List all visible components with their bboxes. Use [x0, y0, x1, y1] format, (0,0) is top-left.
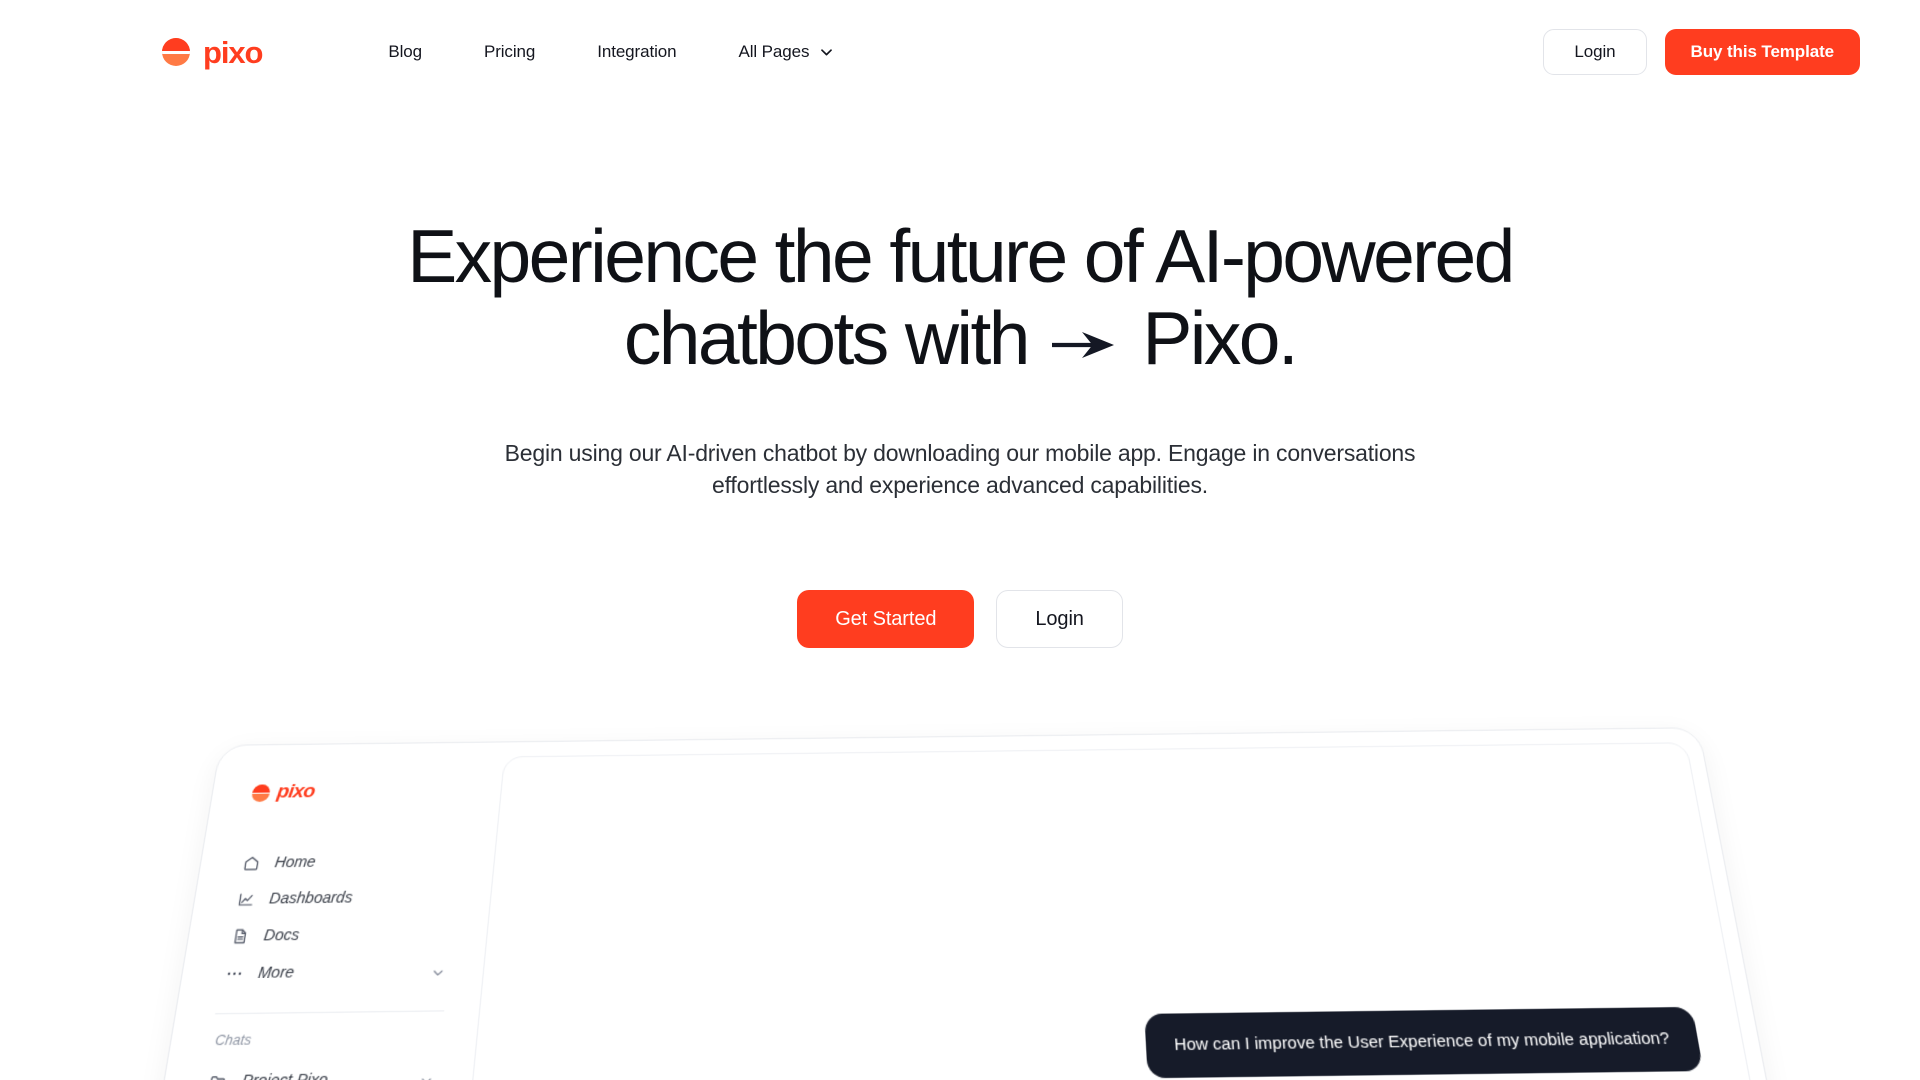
hero-title-line-1: Experience the future of AI-powered: [407, 214, 1515, 298]
sidebar-item-more-label: More: [256, 964, 296, 983]
sidebar-item-dashboards[interactable]: Dashboards: [220, 879, 469, 919]
brand-logo[interactable]: pixo: [162, 34, 263, 70]
sidebar-item-docs-label: Docs: [262, 926, 301, 945]
site-header: pixo Blog Pricing Integration All Pages …: [0, 0, 1920, 104]
hero-subtitle: Begin using our AI-driven chatbot by dow…: [504, 439, 1416, 499]
nav-item-pricing[interactable]: Pricing: [484, 32, 535, 72]
page-title: Experience the future of AI-powered chat…: [330, 214, 1590, 380]
hero-section: Experience the future of AI-powered chat…: [0, 104, 1920, 649]
chart-line-icon: [236, 891, 256, 908]
document-icon: [230, 927, 250, 945]
nav-item-blog[interactable]: Blog: [388, 32, 422, 72]
sidebar-section-chats: Chats: [214, 1032, 253, 1049]
buy-template-button[interactable]: Buy this Template: [1664, 29, 1860, 75]
nav-item-all-pages-label: All Pages: [738, 42, 810, 61]
sidebar-item-more[interactable]: More: [208, 952, 462, 993]
nav-item-all-pages[interactable]: All Pages: [738, 32, 833, 72]
sidebar-item-home-label: Home: [273, 854, 317, 872]
header-actions: Login Buy this Template: [1543, 29, 1860, 75]
app-mockup-window: pixo Home Dashboards Docs More Chats How…: [27, 727, 1919, 1080]
sidebar-item-project-pixo-label: Project Pixo: [241, 1071, 329, 1080]
hero-title-line-2-before: chatbots with: [623, 295, 1031, 380]
login-button[interactable]: Login: [1543, 29, 1647, 75]
brand-name: pixo: [203, 34, 263, 70]
arrow-right-icon: [1052, 324, 1118, 366]
user-message-row: How can I improve the User Experience of…: [517, 1006, 1704, 1080]
sidebar-item-docs[interactable]: Docs: [214, 915, 465, 955]
pixo-logo-icon: [162, 38, 190, 66]
nav-item-integration[interactable]: Integration: [597, 32, 676, 72]
landing-page: pixo Blog Pricing Integration All Pages …: [0, 0, 1920, 1080]
sidebar-divider: [215, 1010, 445, 1015]
chat-panel: How can I improve the User Experience of…: [395, 742, 1895, 1080]
hero-title-line-2-after: Pixo.: [1142, 295, 1298, 380]
app-brand-name: pixo: [275, 780, 317, 803]
home-icon: [242, 855, 261, 872]
user-message-bubble: How can I improve the User Experience of…: [1143, 1006, 1704, 1079]
app-mockup-stage: pixo Home Dashboards Docs More Chats How…: [0, 640, 1920, 1080]
sidebar-item-home[interactable]: Home: [226, 843, 473, 882]
folder-icon: [207, 1073, 228, 1080]
chevron-down-icon: [821, 48, 833, 56]
app-brand-logo[interactable]: pixo: [238, 779, 479, 804]
main-nav: Blog Pricing Integration All Pages: [388, 32, 833, 72]
chevron-down-icon: [420, 1073, 434, 1080]
pixo-logo-icon: [250, 783, 272, 802]
app-sidebar: pixo Home Dashboards Docs More Chats: [51, 757, 494, 1080]
chevron-down-icon: [432, 965, 445, 977]
sidebar-item-project-pixo[interactable]: Project Pixo: [190, 1059, 450, 1080]
ellipsis-icon: [224, 965, 244, 983]
sidebar-item-dashboards-label: Dashboards: [268, 889, 354, 908]
